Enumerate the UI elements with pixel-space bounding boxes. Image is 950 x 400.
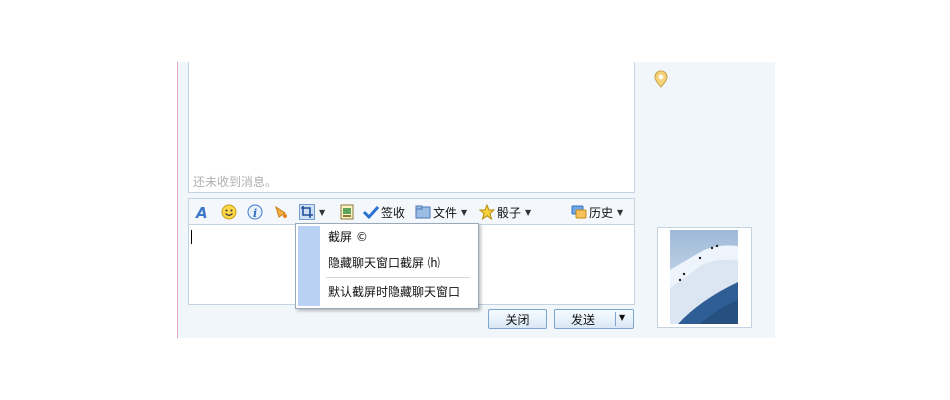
svg-text:i: i (253, 207, 257, 220)
menu-item-default-hide-window[interactable]: 默认截屏时隐藏聊天窗口 (328, 282, 460, 302)
contact-photo-frame (657, 227, 752, 328)
checkmark-icon (362, 204, 380, 220)
menu-icon-strip (298, 226, 320, 306)
smiley-icon (221, 204, 237, 220)
info-icon: i (247, 204, 263, 220)
chevron-down-icon[interactable]: ▼ (319, 208, 325, 217)
text-cursor (191, 230, 192, 244)
chevron-down-icon[interactable]: ▼ (525, 208, 531, 217)
input-toolbar: A i ▼ 签收 文件 ▼ 骰子 ▼ 历史 ▼ (188, 198, 635, 225)
file-label: 文件 (433, 205, 458, 220)
menu-item-hide-window-screenshot[interactable]: 隐藏聊天窗口截屏 ⒣ (328, 253, 440, 273)
send-options-divider (615, 312, 616, 326)
chevron-down-icon[interactable]: ▼ (461, 208, 467, 217)
shake-bell-icon (273, 204, 289, 220)
chat-history-icon (571, 204, 587, 220)
folder-icon (415, 204, 431, 220)
image-icon (339, 204, 355, 220)
file-button[interactable]: 文件 ▼ (415, 202, 467, 222)
sign-label: 签收 (381, 205, 406, 220)
chevron-down-icon[interactable]: ▼ (617, 208, 623, 217)
chevron-down-icon[interactable]: ▼ (619, 313, 625, 322)
emoji-button[interactable] (221, 202, 237, 222)
font-A-icon: A (195, 204, 211, 222)
send-label: 发送 (571, 312, 596, 327)
svg-text:A: A (195, 204, 208, 220)
info-button[interactable]: i (247, 202, 263, 222)
menu-separator (326, 277, 470, 278)
location-pin-icon[interactable] (654, 70, 668, 88)
image-button[interactable] (339, 202, 355, 222)
dice-button[interactable]: 骰子 ▼ (478, 202, 531, 222)
empty-message-text: 还未收到消息。 (193, 175, 278, 189)
screenshot-menu: 截屏 © 隐藏聊天窗口截屏 ⒣ 默认截屏时隐藏聊天窗口 (295, 223, 479, 309)
sign-button[interactable]: 签收 (362, 202, 406, 222)
history-label: 历史 (589, 205, 614, 220)
send-button[interactable]: 发送 ▼ (554, 309, 634, 329)
menu-item-screenshot[interactable]: 截屏 © (328, 227, 368, 247)
dice-label: 骰子 (497, 205, 522, 220)
contact-photo (670, 230, 738, 324)
star-icon (478, 203, 496, 221)
message-history: 还未收到消息。 (188, 62, 635, 193)
history-button[interactable]: 历史 ▼ (571, 202, 623, 222)
screenshot-button[interactable]: ▼ (299, 202, 325, 222)
crop-screenshot-icon (299, 204, 315, 220)
font-button[interactable]: A (195, 202, 211, 222)
shake-button[interactable] (273, 202, 289, 222)
close-button[interactable]: 关闭 (488, 309, 547, 329)
